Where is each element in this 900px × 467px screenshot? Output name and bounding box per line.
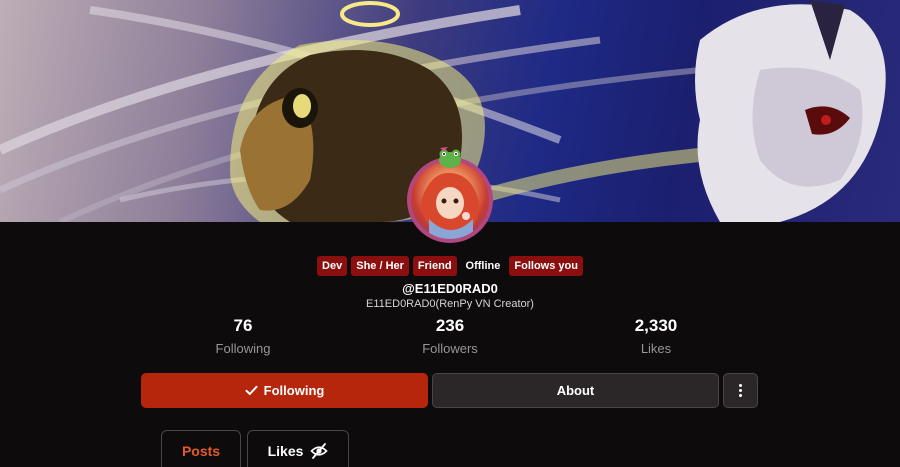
vertical-dots-icon-dot	[739, 389, 742, 392]
check-icon	[245, 385, 258, 395]
tag-dev: Dev	[317, 256, 348, 276]
stat-value: 2,330	[634, 316, 678, 335]
more-options-button[interactable]	[723, 373, 758, 408]
stat-likes[interactable]: 2,330 Likes	[576, 316, 736, 356]
avatar-image	[411, 161, 489, 239]
tag-follows-you: Follows you	[509, 256, 583, 276]
tab-likes-label: Likes	[267, 442, 304, 459]
following-button[interactable]: Following	[141, 373, 428, 408]
vertical-dots-icon-dot	[739, 394, 742, 397]
eye-slash-icon	[310, 442, 329, 459]
about-button[interactable]: About	[432, 373, 719, 408]
vertical-dots-icon	[739, 384, 742, 387]
stat-label: Likes	[640, 341, 672, 356]
stat-value: 76	[233, 316, 253, 335]
tag-status: Offline	[465, 260, 501, 272]
tab-posts-label: Posts	[181, 442, 221, 459]
about-button-label: About	[556, 383, 595, 398]
stat-following[interactable]: 76 Following	[163, 316, 323, 356]
tab-likes[interactable]: Likes	[247, 430, 349, 467]
stat-label: Followers	[422, 341, 478, 356]
tab-posts[interactable]: Posts	[161, 430, 241, 467]
tag-friend: Friend	[412, 256, 457, 276]
profile-display-name: E11ED0RAD0(RenPy VN Creator)	[366, 298, 534, 310]
stat-value: 236	[435, 316, 465, 335]
profile-tags: Dev She / Her Friend Offline Follows you	[0, 256, 900, 276]
tag-pronouns: She / Her	[351, 256, 409, 276]
frog-badge-icon	[439, 147, 461, 168]
following-button-label: Following	[263, 383, 325, 398]
profile-handle: @E11ED0RAD0	[402, 281, 498, 296]
stat-label: Following	[215, 341, 271, 356]
stat-followers[interactable]: 236 Followers	[370, 316, 530, 356]
